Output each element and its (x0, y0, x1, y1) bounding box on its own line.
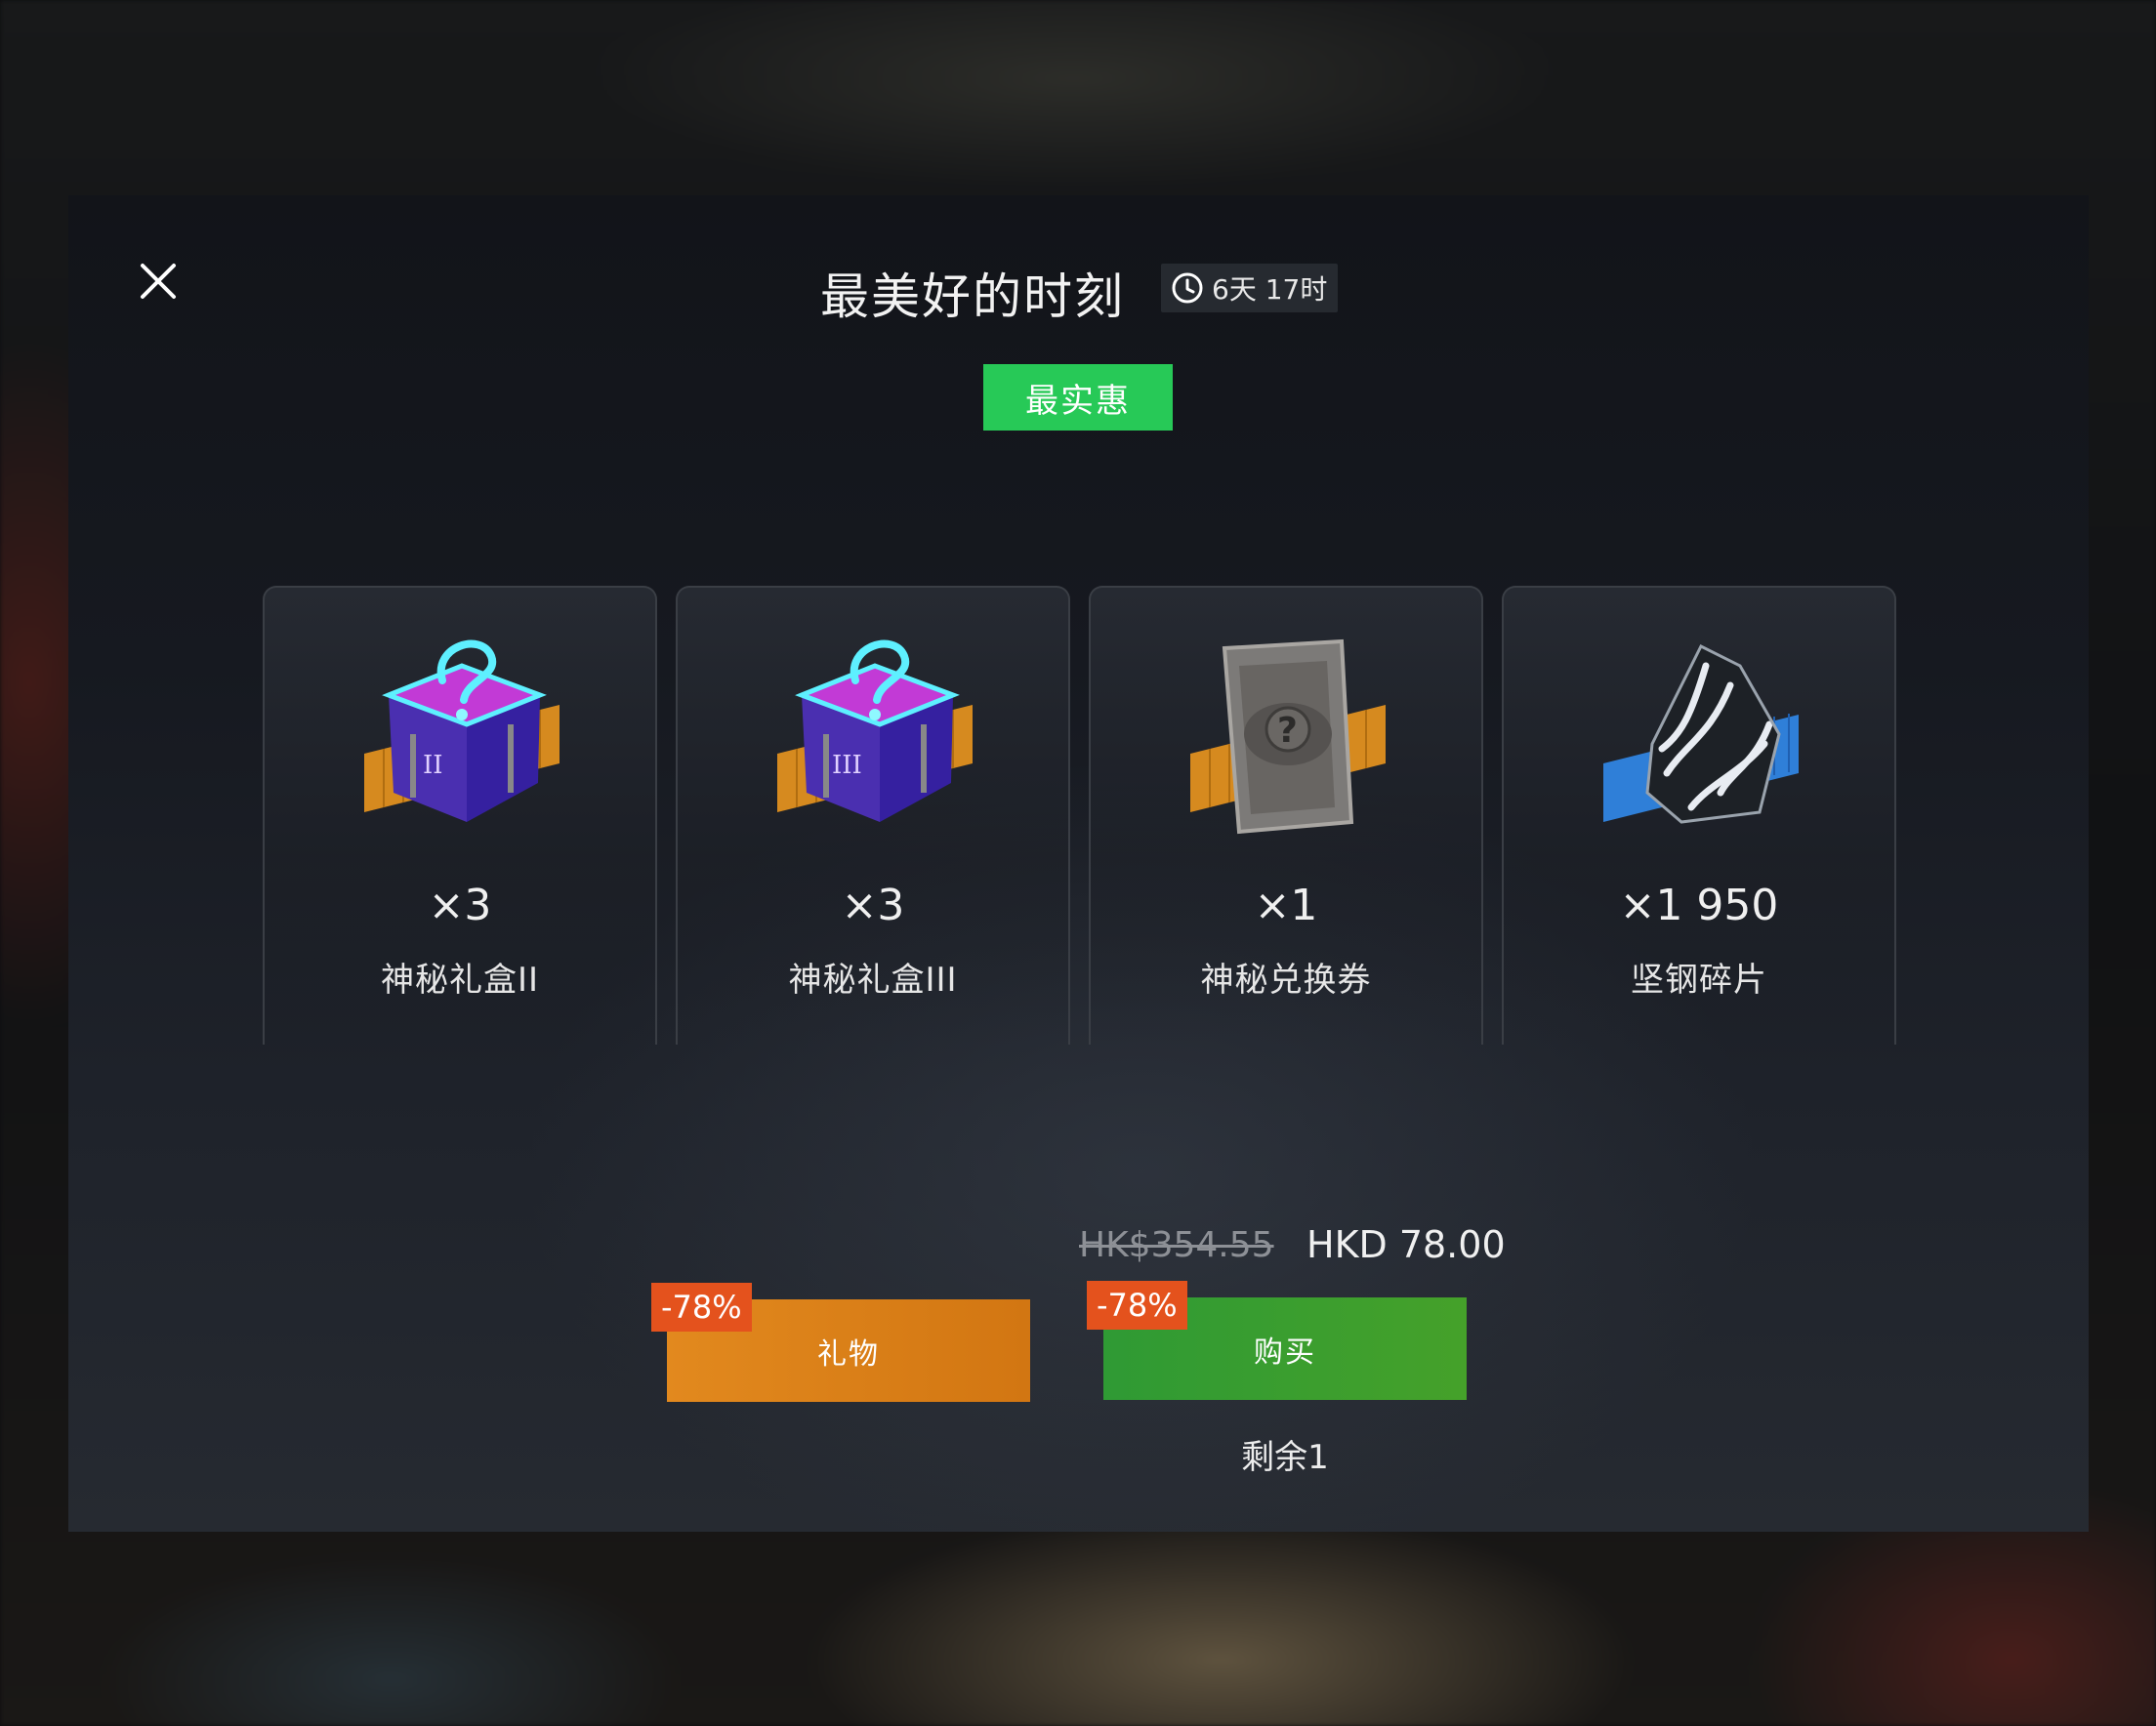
close-button[interactable] (131, 254, 186, 308)
timer-text: 6天 17时 (1212, 273, 1328, 306)
remaining-count: 剩余1 (1241, 1438, 1329, 1477)
gift-discount-badge: -78% (651, 1283, 752, 1332)
item-card: ×1 950 坚钢碎片 (1502, 586, 1896, 1045)
buy-button-label: 购买 (1254, 1335, 1316, 1370)
item-card: ? ×1 神秘兑换券 (1089, 586, 1483, 1045)
mystery-box-icon: III (767, 627, 982, 842)
item-name: 坚钢碎片 (1631, 961, 1767, 1000)
svg-text:II: II (423, 751, 443, 780)
best-value-badge: 最实惠 (983, 364, 1173, 431)
current-price: HKD 78.00 (1306, 1223, 1506, 1266)
exchange-voucher-icon: ? (1181, 627, 1395, 842)
buy-discount-badge: -78% (1087, 1281, 1187, 1330)
offer-modal: 最美好的时刻 6天 17时 最实惠 II ×3 神秘礼盒II III ×3 神秘… (68, 195, 2089, 1532)
item-quantity: ×3 (841, 881, 905, 930)
close-icon (141, 264, 176, 299)
svg-text:III: III (832, 751, 862, 780)
item-name: 神秘礼盒II (380, 961, 540, 1000)
item-name: 神秘礼盒III (788, 961, 958, 1000)
svg-text:?: ? (1277, 711, 1298, 751)
timer-badge: 6天 17时 (1161, 264, 1338, 312)
mystery-box-icon: II (354, 627, 569, 842)
offer-title: 最美好的时刻 (820, 268, 1125, 325)
original-price: HK$354.55 (1079, 1225, 1274, 1265)
item-quantity: ×3 (428, 881, 492, 930)
item-card: III ×3 神秘礼盒III (676, 586, 1070, 1045)
gift-button-label: 礼物 (817, 1336, 880, 1372)
steel-shard-icon (1594, 627, 1808, 842)
clock-icon (1172, 272, 1203, 304)
item-card: II ×3 神秘礼盒II (263, 586, 657, 1045)
item-name: 神秘兑换券 (1200, 961, 1372, 1000)
item-quantity: ×1 (1254, 881, 1318, 930)
item-quantity: ×1 950 (1619, 881, 1779, 930)
